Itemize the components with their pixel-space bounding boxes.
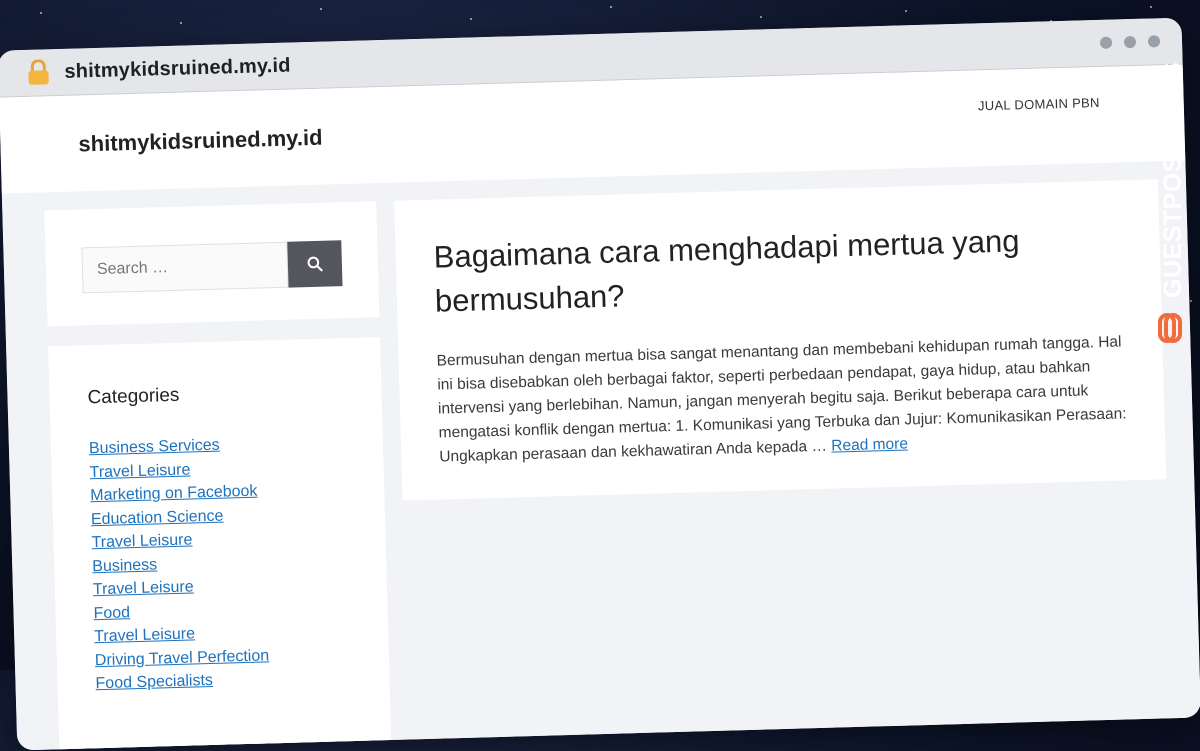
lock-icon xyxy=(20,59,57,86)
search-icon xyxy=(307,256,323,272)
guestpostlinks-watermark: GUESTPOSTLINKS xyxy=(1150,56,1190,356)
categories-widget: Categories Business Services Travel Leis… xyxy=(48,337,392,751)
categories-title: Categories xyxy=(87,384,180,409)
category-link[interactable]: Food Specialists xyxy=(95,667,270,695)
post-card: Bagaimana cara menghadapi mertua yang be… xyxy=(394,179,1167,501)
window-controls xyxy=(1099,35,1161,49)
category-link[interactable]: Marketing on Facebook xyxy=(90,479,265,507)
url-text[interactable]: shitmykidsruined.my.id xyxy=(64,54,291,83)
read-more-link[interactable]: Read more xyxy=(831,435,908,454)
window-dot-icon[interactable] xyxy=(1099,36,1113,49)
window-dot-icon[interactable] xyxy=(1147,35,1161,48)
guestpostlinks-logo-icon: GUESTPOSTLINKS xyxy=(1158,62,1187,343)
search-button[interactable] xyxy=(287,240,343,288)
search-input[interactable]: Search … xyxy=(81,241,289,294)
site-title[interactable]: shitmykidsruined.my.id xyxy=(78,125,323,158)
post-excerpt-text: Bermusuhan dengan mertua bisa sangat men… xyxy=(436,333,1127,466)
search-widget: Search … xyxy=(44,201,380,327)
nav-item-jual-domain-pbn[interactable]: JUAL DOMAIN PBN xyxy=(978,95,1100,113)
post-title[interactable]: Bagaimana cara menghadapi mertua yang be… xyxy=(433,217,1095,323)
categories-list: Business Services Travel Leisure Marketi… xyxy=(89,432,270,695)
window-dot-icon[interactable] xyxy=(1123,35,1137,49)
page-content: Search … Categories Business Services Tr… xyxy=(1,160,1200,751)
svg-text:GUESTPOSTLINKS: GUESTPOSTLINKS xyxy=(1159,62,1187,298)
post-excerpt: Bermusuhan dengan mertua bisa sangat men… xyxy=(436,330,1129,469)
category-link[interactable]: Driving Travel Perfection xyxy=(95,644,270,672)
browser-window: shitmykidsruined.my.id shitmykidsruined.… xyxy=(0,17,1200,751)
